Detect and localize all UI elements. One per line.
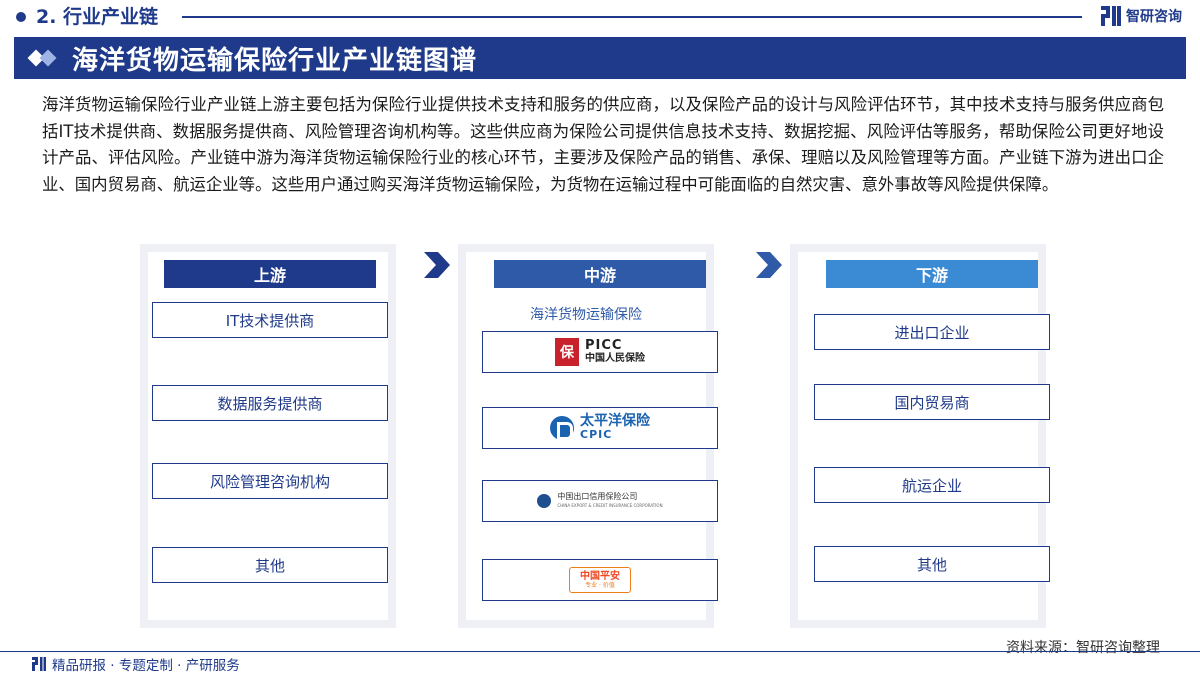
downstream-item-trade: 进出口企业 [814,314,1050,350]
sinosure-logo: 中国出口信用保险公司 CHINA EXPORT & CREDIT INSURAN… [482,480,718,522]
midstream-caption: 海洋货物运输保险 [530,307,642,323]
brand-logo: 智研咨询 [1101,6,1182,26]
downstream-header: 下游 [826,260,1038,288]
intro-paragraph: 海洋货物运输保险行业产业链上游主要包括为保险行业提供技术支持和服务的供应商，以及… [42,95,1164,194]
diamond-icon [27,48,60,68]
pingan-logo: 中国平安 专业 · 价值 [482,559,718,601]
downstream-item-other: 其他 [814,546,1050,582]
picc-en: PICC [585,338,623,353]
section-bullet [16,12,26,22]
midstream-header: 中游 [494,260,706,288]
cpic-mark-icon [550,416,574,440]
source-note: 资料来源：智研咨询整理 [1006,640,1160,656]
upstream-item-risk: 风险管理咨询机构 [152,463,388,499]
chevron-right-icon [424,252,450,278]
cpic-en: CPIC [580,428,613,441]
upstream-header: 上游 [164,260,376,288]
midstream-panel: 中游 海洋货物运输保险 保 PICC 中国人民保险 太平洋保险 CPIC 中国出… [458,244,718,628]
brand-name: 智研咨询 [1126,9,1182,25]
section-title: 2. 行业产业链 [36,6,159,28]
picc-cn: 中国人民保险 [585,353,645,364]
page-title: 海洋货物运输保险行业产业链图谱 [72,45,478,76]
pingan-mark: 中国平安 专业 · 价值 [569,567,631,593]
cpic-logo: 太平洋保险 CPIC [482,407,718,449]
downstream-item-shipping: 航运企业 [814,467,1050,503]
chevron-right-icon [756,252,782,278]
footer-rule [0,651,1200,652]
upstream-item-other: 其他 [152,547,388,583]
downstream-panel: 下游 进出口企业 国内贸易商 航运企业 其他 [790,244,1050,628]
sinosure-cn: 中国出口信用保险公司 [557,492,638,501]
header-rule [182,16,1082,18]
picc-logo: 保 PICC 中国人民保险 [482,331,718,373]
footer-tagline: 精品研报 · 专题定制 · 产研服务 [52,658,240,674]
upstream-item-it: IT技术提供商 [152,302,388,338]
pingan-cn: 中国平安 [580,570,620,582]
brand-small-icon [32,657,46,671]
cpic-cn: 太平洋保险 [580,413,650,429]
title-banner: 海洋货物运输保险行业产业链图谱 [14,37,1186,79]
pingan-slogan: 专业 · 价值 [585,581,615,589]
picc-mark-icon: 保 [555,338,579,366]
upstream-item-data: 数据服务提供商 [152,385,388,421]
upstream-panel: 上游 IT技术提供商 数据服务提供商 风险管理咨询机构 其他 [140,244,396,628]
sinosure-en: CHINA EXPORT & CREDIT INSURANCE CORPORAT… [557,503,663,508]
sinosure-mark-icon [537,494,552,508]
downstream-item-domestic: 国内贸易商 [814,384,1050,420]
brand-icon [1101,6,1121,26]
